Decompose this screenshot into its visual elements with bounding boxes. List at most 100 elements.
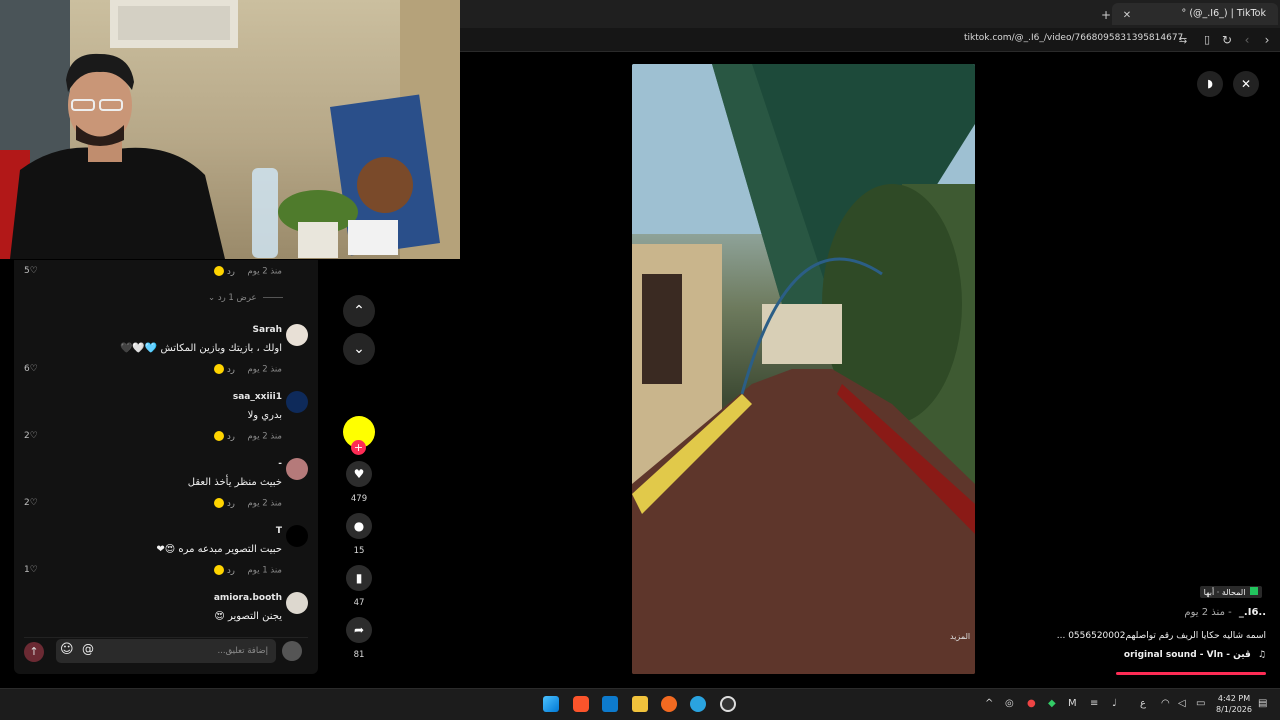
tray-app-icon[interactable]: ◎ xyxy=(1005,698,1014,709)
reply-button[interactable]: رد xyxy=(227,267,235,277)
comment-like-button[interactable]: 1♡ xyxy=(24,565,38,575)
user-avatar xyxy=(282,641,302,661)
comment-time: منذ 2 يوم xyxy=(247,498,282,509)
translate-icon[interactable]: ⇆ xyxy=(1174,28,1192,53)
post-time: منذ 2 يوم - xyxy=(1184,607,1232,618)
tab-title: ° (@_.I6_) | TikTok xyxy=(1181,8,1266,19)
comments-panel: منذ 2 يوم رد 5♡ ⌄ عرض 1 رد Sarah اولك ، … xyxy=(14,260,318,674)
heart-outline-icon: ♡ xyxy=(29,266,38,276)
video-progress-bar[interactable] xyxy=(1116,672,1266,675)
video-byline: منذ 2 يوم - _.I6.. xyxy=(1184,607,1266,618)
reply-button[interactable]: رد xyxy=(227,432,235,442)
avatar[interactable] xyxy=(286,592,308,614)
comment-button[interactable]: ● xyxy=(346,513,372,539)
reload-icon[interactable]: ↻ xyxy=(1218,28,1236,52)
share-arrow-icon: ➦ xyxy=(353,623,365,637)
follow-button[interactable]: + xyxy=(351,440,366,455)
microphone-icon[interactable]: ♩ xyxy=(1112,698,1117,709)
bookmark-icon[interactable]: ▯ xyxy=(1198,28,1216,52)
clock-date: 8/1/2026 xyxy=(1216,705,1252,714)
forward-icon[interactable]: › xyxy=(1258,28,1276,52)
heart-outline-icon: ♡ xyxy=(29,498,38,508)
video-author[interactable]: _.I6.. xyxy=(1239,607,1266,618)
sound-link[interactable]: original sound - Vln - ڤين ♫ xyxy=(1124,650,1266,660)
close-video-button[interactable]: ✕ xyxy=(1233,71,1259,97)
location-tag[interactable]: المحالة · أبها xyxy=(1199,586,1262,598)
comment-author[interactable]: Sarah xyxy=(253,325,282,335)
reply-button[interactable]: رد xyxy=(227,365,235,375)
tab-close-button[interactable]: ✕ xyxy=(1118,3,1136,28)
avatar[interactable] xyxy=(286,458,308,480)
save-count: 47 xyxy=(353,598,365,608)
see-more-link[interactable]: المزيد xyxy=(950,632,970,641)
previous-video-button[interactable]: ⌃ xyxy=(343,295,375,327)
post-comment-button[interactable]: ↑ xyxy=(24,642,44,662)
video-frame xyxy=(632,64,975,674)
emoji-reaction-icon xyxy=(214,565,225,575)
comment-author[interactable]: amiora.booth xyxy=(214,593,282,603)
telegram-icon[interactable] xyxy=(690,696,706,712)
tray-app-icon[interactable]: ● xyxy=(1027,698,1036,709)
divider xyxy=(263,297,284,298)
share-button[interactable]: ➦ xyxy=(346,617,372,643)
speaker-icon: ◗ xyxy=(1207,77,1213,90)
comment-like-button[interactable]: 2♡ xyxy=(24,498,38,508)
back-icon[interactable]: ‹ xyxy=(1238,28,1256,52)
music-note-icon: ♫ xyxy=(1257,650,1266,660)
url-field[interactable]: tiktok.com/@_.I6_/video/7668095831395814… xyxy=(964,33,1183,43)
comment-like-button[interactable]: 2♡ xyxy=(24,431,38,441)
tray-security-icon[interactable]: ◆ xyxy=(1048,698,1056,709)
comment-text: حبيت التصوير مبدعه مره 😍❤ xyxy=(156,544,282,555)
reply-button[interactable]: رد xyxy=(227,499,235,509)
battery-icon[interactable]: ▭ xyxy=(1196,698,1205,709)
next-video-button[interactable]: ⌄ xyxy=(343,333,375,365)
comment-author[interactable]: - xyxy=(278,459,282,469)
close-icon: ✕ xyxy=(1240,77,1252,91)
comment-item: - خبيث منظر يأخذ العقل منذ 2 يوم رد 2♡ xyxy=(14,458,318,514)
volume-button[interactable]: ◗ xyxy=(1197,71,1223,97)
tray-overflow-icon[interactable]: ^ xyxy=(985,698,993,709)
reply-button[interactable]: رد xyxy=(227,566,235,576)
avatar[interactable] xyxy=(286,525,308,547)
comment-item: Sarah اولك ، بازيتك وبازين المكاتش 🩵🤍🖤 م… xyxy=(14,324,318,380)
notification-icon[interactable]: ▤ xyxy=(1258,698,1267,709)
mention-button[interactable]: @ xyxy=(82,642,94,656)
start-icon[interactable] xyxy=(543,696,559,712)
comment-text: اولك ، بازيتك وبازين المكاتش 🩵🤍🖤 xyxy=(119,343,282,354)
vscode-icon[interactable] xyxy=(602,696,618,712)
comment-item: منذ 2 يوم رد 5♡ xyxy=(14,264,318,280)
plus-icon: + xyxy=(353,441,364,454)
file-explorer-icon[interactable] xyxy=(632,696,648,712)
arrow-up-icon: ↑ xyxy=(29,645,39,658)
comment-text: يجنن التصوير 😍 xyxy=(214,611,282,622)
webcam-scene xyxy=(0,0,460,259)
wifi-icon[interactable]: ◠ xyxy=(1161,698,1170,709)
app-icon[interactable] xyxy=(661,696,677,712)
like-button[interactable]: ♥ xyxy=(346,461,372,487)
input-language[interactable]: ع xyxy=(1140,698,1146,709)
video-player[interactable]: المزيد xyxy=(632,64,975,674)
comment-time: منذ 2 يوم xyxy=(247,266,282,277)
save-button[interactable]: ▮ xyxy=(346,565,372,591)
comment-like-button[interactable]: 6♡ xyxy=(24,364,38,374)
heart-outline-icon: ♡ xyxy=(29,431,38,441)
comment-like-button[interactable]: 5♡ xyxy=(24,266,38,276)
clock[interactable]: 4:42 PM 8/1/2026 xyxy=(1214,693,1254,715)
obs-icon[interactable] xyxy=(720,696,736,712)
clock-time: 4:42 PM xyxy=(1217,694,1251,703)
comment-author[interactable]: saa_xxiii1 xyxy=(233,392,282,402)
comment-bubble-icon: ● xyxy=(353,519,365,533)
emoji-reaction-icon xyxy=(214,431,225,441)
avatar[interactable] xyxy=(286,391,308,413)
tray-app-icon[interactable]: M xyxy=(1068,698,1077,709)
avatar[interactable] xyxy=(286,324,308,346)
volume-icon[interactable]: ◁ xyxy=(1178,698,1186,709)
tray-app-icon[interactable]: ≡ xyxy=(1090,698,1098,709)
browser-tab-tiktok[interactable]: ° (@_.I6_) | TikTok xyxy=(1112,3,1278,25)
view-replies-button[interactable]: ⌄ عرض 1 رد xyxy=(208,293,284,303)
location-pin-icon xyxy=(1250,587,1258,595)
emoji-picker-icon[interactable]: ☺ xyxy=(60,642,74,657)
brave-browser-icon[interactable] xyxy=(573,696,589,712)
comment-author[interactable]: T xyxy=(276,526,282,536)
heart-outline-icon: ♡ xyxy=(29,364,38,374)
